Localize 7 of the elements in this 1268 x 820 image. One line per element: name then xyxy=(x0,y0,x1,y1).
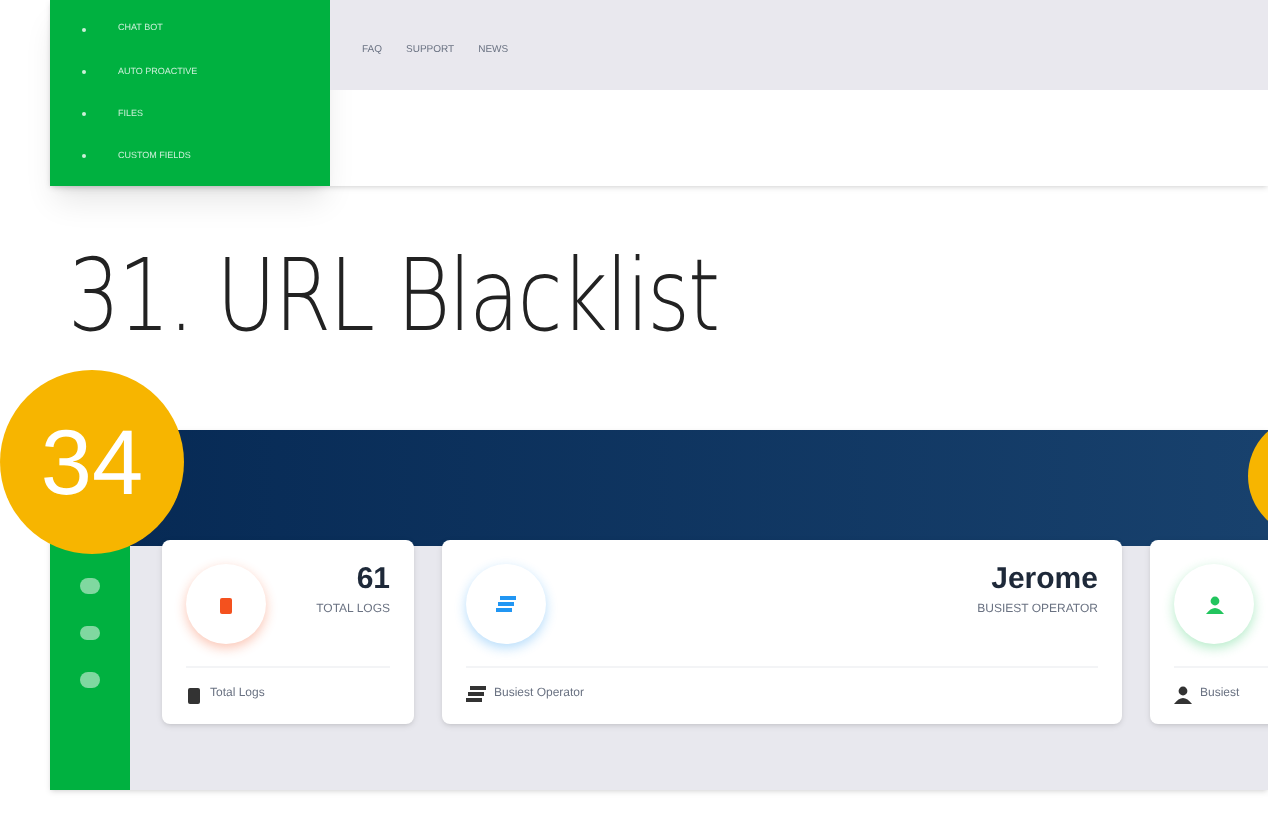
stat-value: Jerome xyxy=(991,564,1098,594)
trash-icon xyxy=(186,685,202,703)
stat-value: 61 xyxy=(356,564,390,594)
section-heading: 31. URL Blacklist xyxy=(68,246,721,346)
user-icon xyxy=(1174,685,1192,703)
step-badge: 34 xyxy=(0,370,184,554)
list-icon xyxy=(466,686,486,702)
